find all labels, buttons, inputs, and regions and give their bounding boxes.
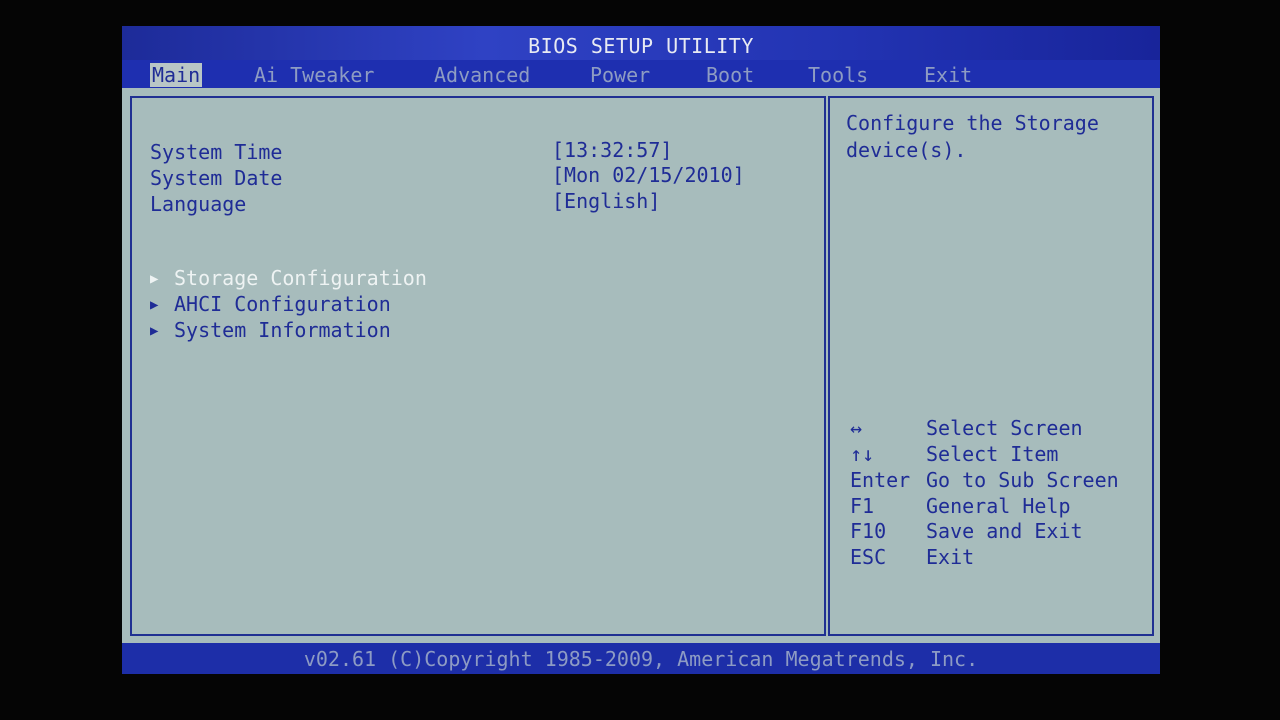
system-information-item[interactable]: ▶ System Information (150, 318, 391, 342)
tab-ai-tweaker[interactable]: Ai Tweaker (252, 63, 376, 87)
ahci-configuration-label: AHCI Configuration (174, 292, 391, 316)
tab-power[interactable]: Power (588, 63, 652, 87)
key-action: Save and Exit (926, 519, 1083, 543)
help-panel: Configure the Storage device(s). ↔ Select… (828, 96, 1154, 636)
key-name: ESC (850, 545, 887, 569)
key-legend-row: ↔ Select Screen (850, 416, 1083, 440)
language-value[interactable]: [English] (552, 189, 660, 213)
title-bar: BIOS SETUP UTILITY (122, 26, 1160, 60)
storage-configuration-item[interactable]: ▶ Storage Configuration (150, 266, 427, 290)
key-legend-row: ↑↓ Select Item (850, 442, 1058, 466)
key-action: Select Item (926, 442, 1059, 466)
tab-boot[interactable]: Boot (704, 63, 756, 87)
ahci-configuration-item[interactable]: ▶ AHCI Configuration (150, 292, 391, 316)
storage-configuration-label: Storage Configuration (174, 266, 427, 290)
key-name: Enter (850, 468, 911, 492)
title: BIOS SETUP UTILITY (528, 34, 754, 58)
key-action: Go to Sub Screen (926, 468, 1119, 492)
system-date-value[interactable]: [Mon 02/15/2010] (552, 163, 745, 187)
system-date-label: System Date (150, 166, 283, 190)
help-description: Configure the Storage device(s). (846, 111, 1099, 162)
key-legend-row: F10 Save and Exit (850, 519, 1083, 543)
key-action: Exit (926, 545, 975, 569)
system-information-label: System Information (174, 318, 391, 342)
menu-bar: Main Ai Tweaker Advanced Power Boot Tool… (122, 60, 1160, 88)
language-label: Language (150, 192, 247, 216)
key-action: General Help (926, 494, 1071, 518)
tab-exit[interactable]: Exit (922, 63, 974, 87)
key-name: F10 (850, 519, 887, 543)
key-name: F1 (850, 494, 875, 518)
system-time-label: System Time (150, 140, 283, 164)
main-panel: System Time [13:32:57] System Date [Mon … (130, 96, 826, 636)
triangle-right-icon: ▶ (150, 297, 159, 313)
tab-advanced[interactable]: Advanced (432, 63, 532, 87)
up-down-arrow-icon: ↑↓ (850, 442, 875, 466)
left-right-arrow-icon: ↔ (850, 416, 863, 440)
tab-tools[interactable]: Tools (806, 63, 870, 87)
triangle-right-icon: ▶ (150, 323, 159, 339)
system-time-value[interactable]: [13:32:57] (552, 138, 672, 162)
key-legend-row: Enter Go to Sub Screen (850, 468, 1119, 492)
tab-main[interactable]: Main (150, 63, 203, 87)
triangle-right-icon: ▶ (150, 271, 159, 287)
key-action: Select Screen (926, 416, 1083, 440)
key-legend-row: ESC Exit (850, 545, 974, 569)
footer-bar: v02.61 (C)Copyright 1985-2009, American … (122, 643, 1160, 674)
copyright-text: v02.61 (C)Copyright 1985-2009, American … (303, 647, 979, 671)
key-legend-row: F1 General Help (850, 494, 1071, 518)
bios-screen: BIOS SETUP UTILITY Main Ai Tweaker Advan… (122, 26, 1160, 674)
